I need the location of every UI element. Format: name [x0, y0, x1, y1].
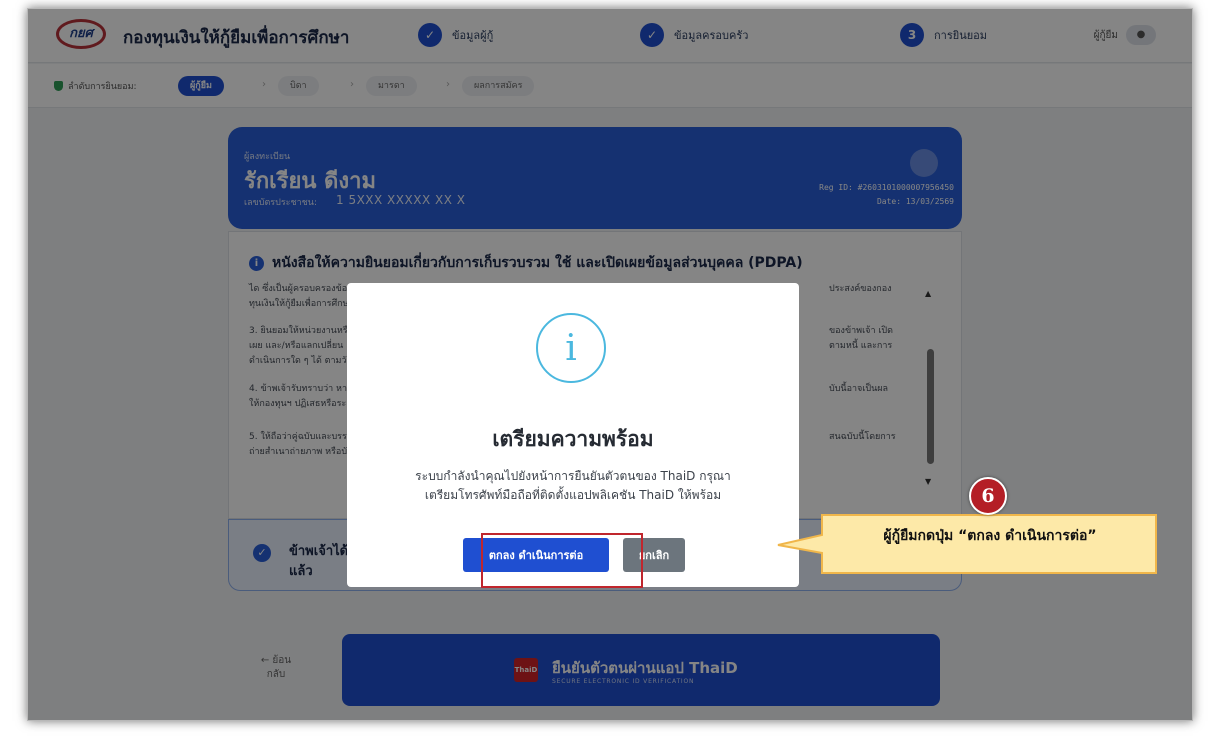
dialog-message-line: ระบบกำลังนำคุณไปยังหน้าการยืนยันตัวตนของ… — [415, 469, 731, 483]
info-glyph: i — [565, 327, 577, 369]
confirm-button-highlight — [481, 533, 643, 588]
dialog-title: เตรียมความพร้อม — [492, 427, 654, 451]
callout-instruction: ผู้กู้ยืมกดปุ่ม “ตกลง ดำเนินการต่อ” — [883, 528, 1097, 544]
dialog-message-line: เตรียมโทรศัพท์มือถือที่ติดตั้งแอปพลิเคชั… — [424, 488, 722, 502]
step-number-badge: 6 — [969, 477, 1007, 515]
info-icon: i — [536, 313, 606, 383]
